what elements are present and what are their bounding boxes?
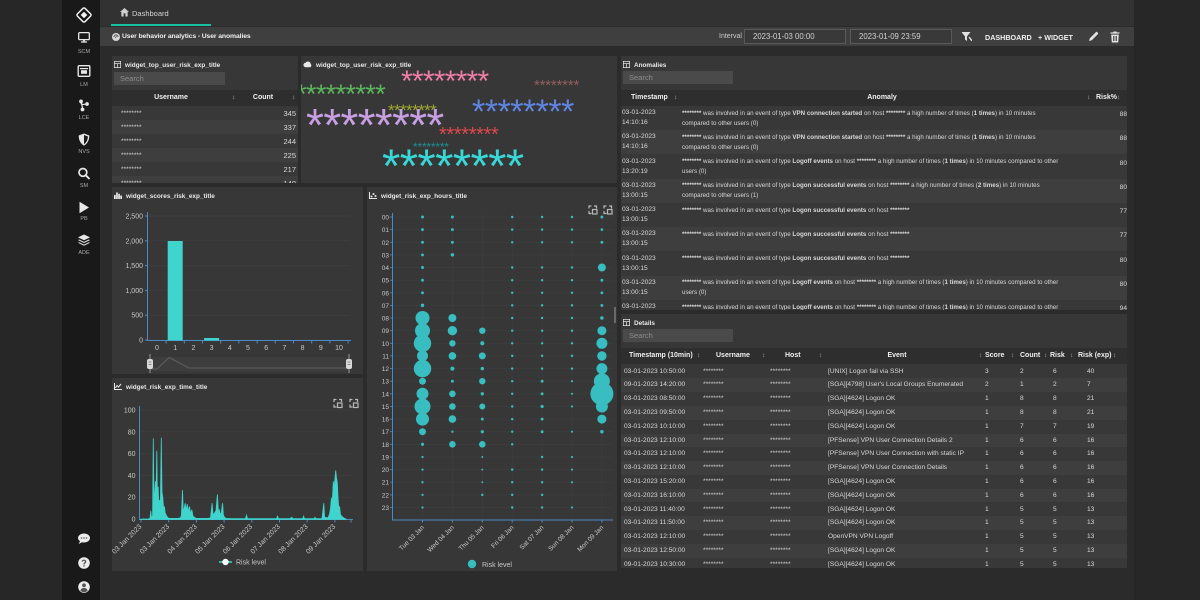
svg-text:0: 0 <box>132 517 136 524</box>
svg-text:05: 05 <box>382 278 390 285</box>
svg-text:01: 01 <box>382 227 390 234</box>
svg-text:17: 17 <box>382 429 390 436</box>
svg-text:Sat 07 Jan: Sat 07 Jan <box>519 524 546 551</box>
svg-text:19: 19 <box>382 455 390 462</box>
svg-text:6: 6 <box>264 345 268 352</box>
svg-text:08: 08 <box>382 316 390 323</box>
svg-text:14: 14 <box>382 391 390 398</box>
svg-text:04: 04 <box>382 265 390 272</box>
svg-text:0: 0 <box>139 338 143 345</box>
svg-text:12: 12 <box>382 366 390 373</box>
svg-text:40: 40 <box>128 473 136 480</box>
svg-text:20: 20 <box>382 467 390 474</box>
svg-text:Fri 06 Jan: Fri 06 Jan <box>490 524 516 550</box>
svg-text:09 Jan 2023: 09 Jan 2023 <box>305 523 337 555</box>
svg-text:Mon 09 Jan: Mon 09 Jan <box>576 524 605 553</box>
svg-text:100: 100 <box>124 408 136 415</box>
svg-text:22: 22 <box>382 492 390 499</box>
svg-text:4: 4 <box>228 345 232 352</box>
svg-text:Tue 03 Jan: Tue 03 Jan <box>398 524 426 552</box>
svg-text:23: 23 <box>382 505 390 512</box>
svg-text:7: 7 <box>282 345 286 352</box>
svg-text:Risk level: Risk level <box>482 562 512 569</box>
svg-text:Thu 05 Jan: Thu 05 Jan <box>458 524 486 552</box>
svg-text:02: 02 <box>382 240 390 247</box>
svg-text:18: 18 <box>382 442 390 449</box>
svg-text:2,500: 2,500 <box>125 214 143 221</box>
svg-text:3: 3 <box>210 345 214 352</box>
svg-text:2,000: 2,000 <box>125 238 143 245</box>
svg-text:10: 10 <box>335 345 343 352</box>
svg-text:Wed 04 Jan: Wed 04 Jan <box>426 524 456 554</box>
svg-text:80: 80 <box>128 429 136 436</box>
svg-text:10: 10 <box>382 341 390 348</box>
svg-text:15: 15 <box>382 404 390 411</box>
svg-text:9: 9 <box>319 345 323 352</box>
svg-text:0: 0 <box>155 345 159 352</box>
svg-text:Risk level: Risk level <box>236 560 266 567</box>
svg-text:2: 2 <box>191 345 195 352</box>
svg-text:20: 20 <box>128 495 136 502</box>
svg-text:Sun 08 Jan: Sun 08 Jan <box>547 524 575 552</box>
svg-text:00: 00 <box>382 215 390 222</box>
svg-text:1,500: 1,500 <box>125 263 143 270</box>
svg-text:60: 60 <box>128 451 136 458</box>
svg-text:500: 500 <box>131 313 143 320</box>
svg-text:11: 11 <box>382 353 389 360</box>
svg-text:07: 07 <box>382 303 390 310</box>
svg-text:13: 13 <box>382 379 390 386</box>
svg-text:8: 8 <box>301 345 305 352</box>
svg-text:5: 5 <box>246 345 250 352</box>
svg-text:06: 06 <box>382 290 390 297</box>
svg-text:16: 16 <box>382 417 390 424</box>
svg-text:03: 03 <box>382 252 390 259</box>
svg-text:1: 1 <box>173 345 177 352</box>
svg-text:21: 21 <box>382 480 390 487</box>
svg-text:09: 09 <box>382 328 390 335</box>
svg-text:1,000: 1,000 <box>125 288 143 295</box>
